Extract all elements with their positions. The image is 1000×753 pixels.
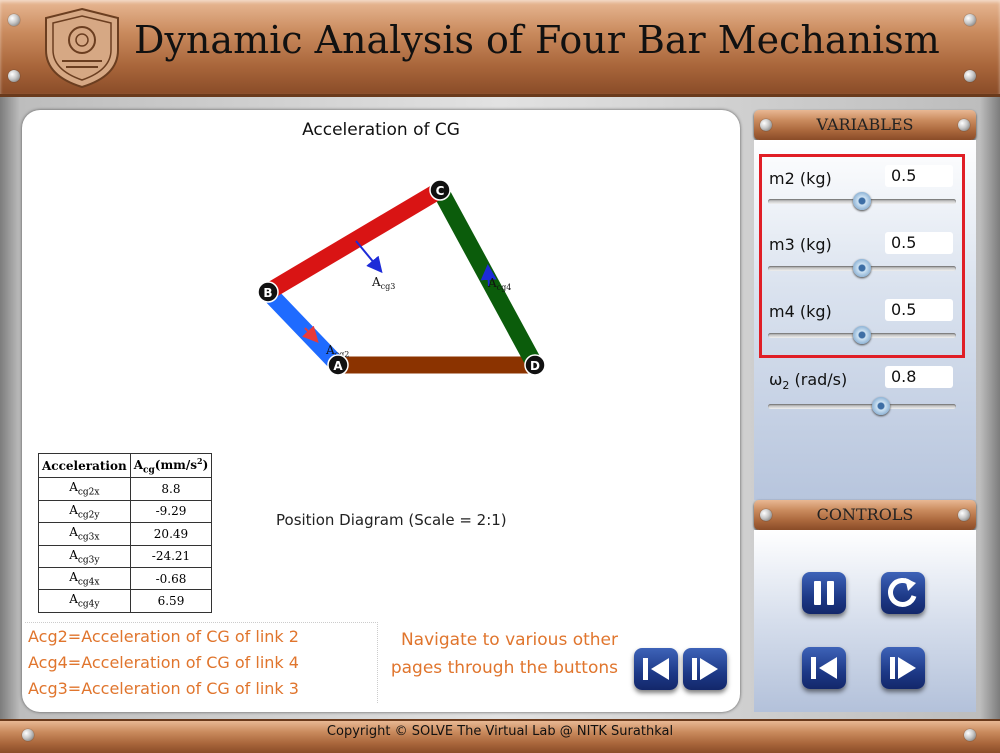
m4-slider-thumb[interactable] [853,326,871,344]
m3-slider[interactable] [768,259,956,277]
screw-icon [760,509,772,521]
joint-a: A [327,354,349,376]
step-forward-icon [890,657,916,679]
m3-slider-thumb[interactable] [853,259,871,277]
variables-panel: m2 (kg) 0.5 m3 (kg) 0.5 m4 (kg) 0.5 ω2 (… [754,140,976,500]
m3-value-field[interactable]: 0.5 [885,232,953,254]
acceleration-table: Acceleration Acg(mm/s2) Acg2x 8.8 Acg2y -9… [38,452,213,613]
pause-button[interactable] [802,572,846,614]
controls-panel [754,530,976,712]
step-forward-button[interactable] [881,647,925,689]
footer-bar: Copyright © SOLVE The Virtual Lab @ NITK… [0,719,1000,753]
step-back-icon [643,658,669,680]
page-title: Dynamic Analysis of Four Bar Mechanism [134,18,940,62]
omega2-value-field[interactable]: 0.8 [885,366,953,388]
table-row: Acg3y -24.21 [38,544,213,568]
step-forward-icon [692,658,718,680]
acg3-vector [355,240,383,274]
copyright-text: Copyright © SOLVE The Virtual Lab @ NITK… [326,724,674,739]
position-diagram-caption: Position Diagram (Scale = 2:1) [276,511,507,529]
svg-text:C: C [436,184,445,198]
joint-c: C [429,179,451,201]
main-panel: Acceleration of CG Acg2 Acg3 Acg4 A B C … [22,110,740,712]
position-diagram: Acg2 Acg3 Acg4 A B C D [257,179,546,376]
link3-coupler [263,182,445,300]
screw-icon [958,119,970,131]
side-panel: VARIABLES m2 (kg) 0.5 m3 (kg) 0.5 m4 (kg… [754,110,976,712]
m2-label: m2 (kg) [769,169,832,188]
m3-label: m3 (kg) [769,235,832,254]
svg-text:A: A [333,359,343,373]
reset-button[interactable] [881,572,925,614]
m2-slider-thumb[interactable] [853,192,871,210]
nitk-logo-icon [45,7,119,89]
m4-slider[interactable] [768,326,956,344]
table-header-acceleration: Acceleration [38,452,131,479]
omega2-slider-thumb[interactable] [871,397,890,415]
screw-icon [964,70,976,82]
pause-icon [814,581,834,605]
table-row: Acg2x 8.8 [38,477,213,501]
screw-icon [964,14,976,26]
step-back-icon [811,657,837,679]
reload-icon [888,578,917,607]
table-row: Acg4x -0.68 [38,566,213,591]
m4-value-field[interactable]: 0.5 [885,299,953,321]
screw-icon [958,509,970,521]
omega2-slider[interactable] [768,397,956,415]
joint-b: B [257,281,279,303]
step-back-button[interactable] [802,647,846,689]
variables-heading: VARIABLES [754,110,976,140]
nav-next-button[interactable] [683,648,727,690]
joint-d: D [524,354,546,376]
table-row: Acg2y -9.29 [38,499,213,524]
svg-text:B: B [263,286,272,300]
navigation-hint: Navigate to various other pages through … [390,630,618,678]
m2-slider[interactable] [768,192,956,210]
screw-icon [8,14,20,26]
legend-acg3: Acg3=Acceleration of CG of link 3 [28,679,299,698]
m2-value-field[interactable]: 0.5 [885,165,953,187]
header-banner: Dynamic Analysis of Four Bar Mechanism [0,0,1000,97]
svg-text:D: D [530,359,540,373]
legend-acg4: Acg4=Acceleration of CG of link 4 [28,653,299,672]
legend-box: Acg2=Acceleration of CG of link 2 Acg4=A… [25,622,378,703]
table-row: Acg3x 20.49 [38,522,213,546]
legend-acg2: Acg2=Acceleration of CG of link 2 [28,627,299,646]
table-row: Acg4y 6.59 [38,589,213,613]
table-header-acg: Acg(mm/s2) [129,452,213,479]
acg3-label: Acg3 [371,275,395,291]
nav-previous-button[interactable] [634,648,678,690]
controls-heading: CONTROLS [754,500,976,530]
m4-label: m4 (kg) [769,302,832,321]
omega2-label: ω2 (rad/s) [769,370,848,393]
acg4-label: Acg4 [487,276,511,292]
screw-icon [8,70,20,82]
screw-icon [760,119,772,131]
